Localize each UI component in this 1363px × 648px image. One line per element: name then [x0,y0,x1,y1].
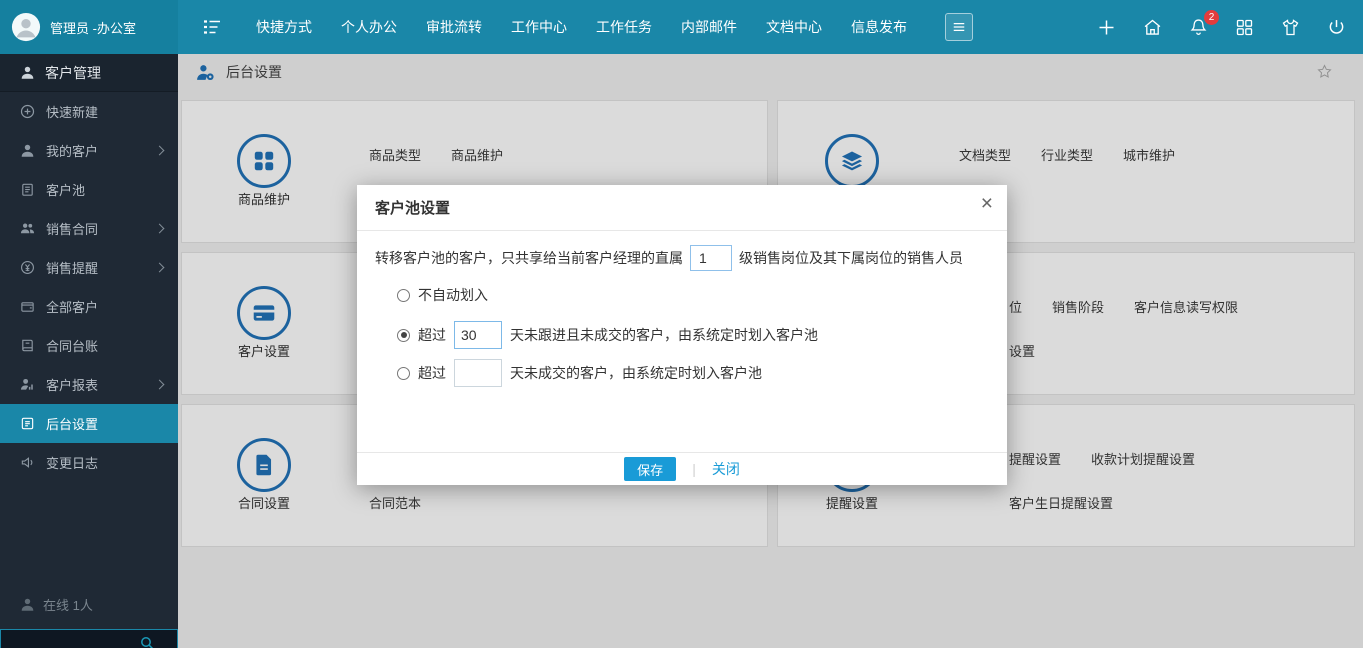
nav-item[interactable]: 文档中心 [766,17,822,37]
sidebar-item-label: 后台设置 [46,414,98,433]
nav-item[interactable]: 内部邮件 [681,17,737,37]
sidebar-item-label: 客户报表 [46,375,98,394]
sidebar-item-customer-pool[interactable]: 客户池 [0,170,178,209]
notification-badge: 2 [1204,10,1219,25]
modal-header: 客户池设置 × [357,185,1007,231]
option-label: 不自动划入 [418,285,488,305]
transfer-text-before: 转移客户池的客户，只共享给当前客户经理的直属 [375,248,683,268]
option-no-auto-transfer[interactable]: 不自动划入 [397,285,488,305]
sidebar-item-quick-create[interactable]: 快速新建 [0,92,178,131]
online-status-label: 在线 1人 [43,595,93,614]
clipboard-icon [20,182,35,197]
topbar-nav: 快捷方式 个人办公 审批流转 工作中心 工作任务 内部邮件 文档中心 信息发布 [256,17,907,37]
sidebar-item-label: 变更日志 [46,453,98,472]
avatar [11,12,41,42]
modal-footer: 保存 | 关闭 [357,452,1007,485]
shirt-icon[interactable] [1280,17,1301,38]
footer-separator: | [692,461,696,477]
sidebar-header: 客户管理 [0,54,178,92]
sidebar-item-sales-contract[interactable]: 销售合同 [0,209,178,248]
transfer-level-input[interactable] [690,245,732,271]
sidebar-item-backend-settings[interactable]: 后台设置 [0,404,178,443]
nav-item[interactable]: 审批流转 [426,17,482,37]
power-icon[interactable] [1326,17,1347,38]
sidebar-item-label: 合同台账 [46,336,98,355]
sidebar: 客户管理 快速新建我的客户客户池销售合同销售提醒全部客户合同台账客户报表后台设置… [0,54,178,648]
chevron-right-icon [155,380,165,390]
sidebar-item-all-customers[interactable]: 全部客户 [0,287,178,326]
sidebar-item-change-log[interactable]: 变更日志 [0,443,178,482]
topbar: 管理员 -办公室 快捷方式 个人办公 审批流转 工作中心 工作任务 内部邮件 文档中心 信息发… [0,0,1363,54]
log-icon [20,455,35,470]
nav-item[interactable]: 工作中心 [511,17,567,37]
online-person-icon [20,597,35,612]
sidebar-item-label: 销售合同 [46,219,98,238]
no-deal-days-input[interactable] [454,359,502,387]
user-area[interactable]: 管理员 -办公室 [0,0,178,54]
chevron-right-icon [155,224,165,234]
list-menu-icon[interactable] [200,15,224,39]
option-overdue-no-deal[interactable]: 超过 天未成交的客户，由系统定时划入客户池 [397,359,762,387]
option-suffix: 天未成交的客户，由系统定时划入客户池 [510,363,762,383]
modal-title: 客户池设置 [375,197,450,218]
sidebar-item-label: 销售提醒 [46,258,98,277]
close-button[interactable]: 关闭 [712,459,740,479]
sidebar-item-label: 全部客户 [46,297,98,316]
sidebar-item-customer-report[interactable]: 客户报表 [0,365,178,404]
sidebar-item-contract-ledger[interactable]: 合同台账 [0,326,178,365]
sidebar-item-sales-reminder[interactable]: 销售提醒 [0,248,178,287]
home-icon[interactable] [1142,17,1163,38]
sidebar-item-my-customers[interactable]: 我的客户 [0,131,178,170]
customer-pool-settings-modal: 客户池设置 × 转移客户池的客户，只共享给当前客户经理的直属 级销售岗位及其下属… [357,185,1007,485]
sidebar-item-label: 我的客户 [46,141,98,160]
option-prefix: 超过 [418,325,446,345]
user-name: 管理员 -办公室 [50,18,136,37]
report-icon [20,377,35,392]
hamburger-icon[interactable] [945,13,973,41]
users-icon [20,221,35,236]
radio-unselected-icon[interactable] [397,289,410,302]
close-icon[interactable]: × [981,193,993,214]
chevron-right-icon [155,146,165,156]
followup-days-input[interactable] [454,321,502,349]
nav-item[interactable]: 工作任务 [596,17,652,37]
plus-circle-icon [20,104,35,119]
save-button[interactable]: 保存 [624,457,676,481]
radio-selected-icon[interactable] [397,329,410,342]
chevron-right-icon [155,263,165,273]
radio-unselected-icon[interactable] [397,367,410,380]
option-prefix: 超过 [418,363,446,383]
option-overdue-no-followup[interactable]: 超过 天未跟进且未成交的客户，由系统定时划入客户池 [397,321,818,349]
bell-icon[interactable]: 2 [1188,17,1209,38]
person-icon [20,65,35,80]
nav-item[interactable]: 快捷方式 [256,17,312,37]
transfer-level-row: 转移客户池的客户，只共享给当前客户经理的直属 级销售岗位及其下属岗位的销售人员 [375,245,963,271]
apps-icon[interactable] [1234,17,1255,38]
sidebar-item-label: 快速新建 [46,102,98,121]
sidebar-item-label: 客户池 [46,180,85,199]
sidebar-title: 客户管理 [45,63,101,83]
settings-icon [20,416,35,431]
nav-item[interactable]: 个人办公 [341,17,397,37]
coin-icon [20,260,35,275]
online-status: 在线 1人 [20,595,93,614]
wallet-icon [20,299,35,314]
search-icon [139,635,155,648]
sidebar-search-input[interactable] [0,629,178,648]
ledger-icon [20,338,35,353]
transfer-text-after: 级销售岗位及其下属岗位的销售人员 [739,248,963,268]
topbar-actions: 2 [1096,0,1347,54]
sidebar-menu: 快速新建我的客户客户池销售合同销售提醒全部客户合同台账客户报表后台设置变更日志 [0,92,178,482]
person-icon [20,143,35,158]
option-suffix: 天未跟进且未成交的客户，由系统定时划入客户池 [510,325,818,345]
plus-icon[interactable] [1096,17,1117,38]
nav-item[interactable]: 信息发布 [851,17,907,37]
